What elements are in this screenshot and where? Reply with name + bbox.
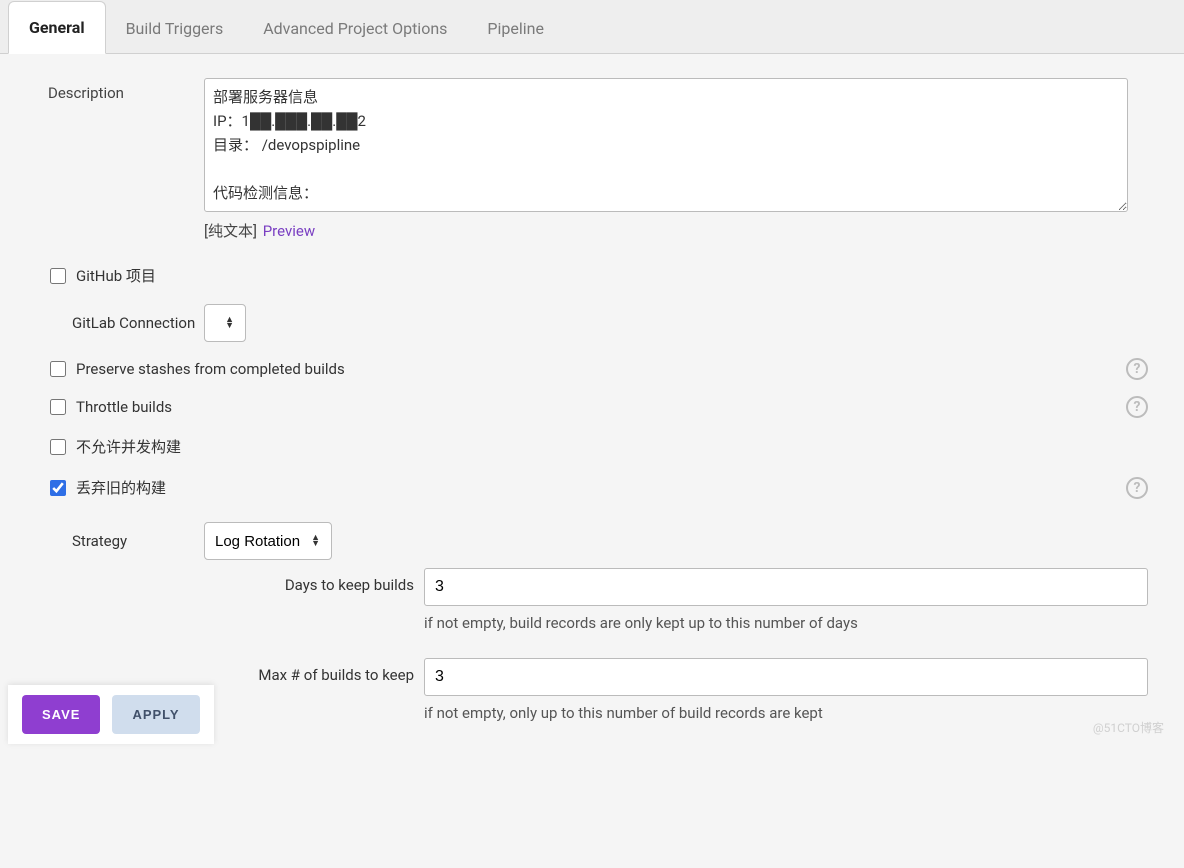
days-to-keep-row: Days to keep builds if not empty, build … [224, 568, 1168, 652]
days-to-keep-help: if not empty, build records are only kep… [424, 614, 1148, 632]
preview-link[interactable]: Preview [263, 222, 315, 240]
throttle-builds-label[interactable]: Throttle builds [76, 398, 172, 416]
gitlab-connection-row: GitLab Connection ▲▼ [24, 296, 1168, 350]
strategy-row: Strategy Log Rotation ▲▼ [24, 514, 1168, 568]
strategy-label: Strategy [24, 532, 204, 550]
config-tabs: General Build Triggers Advanced Project … [0, 0, 1184, 54]
throttle-builds-checkbox[interactable] [50, 399, 66, 415]
help-icon[interactable]: ? [1126, 477, 1148, 499]
max-builds-help: if not empty, only up to this number of … [424, 704, 1148, 722]
days-to-keep-label: Days to keep builds [224, 568, 424, 602]
config-content: Description [纯文本] Preview GitHub 项目 GitL… [0, 54, 1184, 868]
gitlab-connection-select[interactable] [204, 304, 246, 342]
help-icon[interactable]: ? [1126, 358, 1148, 380]
apply-button[interactable]: APPLY [112, 695, 199, 734]
discard-old-label[interactable]: 丢弃旧的构建 [76, 477, 166, 498]
save-button[interactable]: SAVE [22, 695, 100, 734]
disallow-concurrent-row: 不允许并发构建 [24, 426, 1168, 467]
github-project-label[interactable]: GitHub 项目 [76, 265, 156, 286]
throttle-builds-row: Throttle builds ? [24, 388, 1168, 426]
discard-old-checkbox[interactable] [50, 480, 66, 496]
preserve-stashes-label[interactable]: Preserve stashes from completed builds [76, 360, 345, 378]
watermark: @51CTO博客 [1093, 719, 1164, 736]
plaintext-label: [纯文本] [204, 222, 257, 240]
description-label: Description [24, 78, 204, 108]
max-builds-label: Max # of builds to keep [224, 658, 424, 692]
max-builds-row: Max # of builds to keep if not empty, on… [224, 658, 1168, 742]
days-to-keep-input[interactable] [424, 568, 1148, 606]
discard-old-row: 丢弃旧的构建 ? [24, 467, 1168, 508]
github-project-row: GitHub 项目 [24, 255, 1168, 296]
description-format-links: [纯文本] Preview [204, 220, 1128, 241]
tab-build-triggers[interactable]: Build Triggers [106, 3, 244, 54]
preserve-stashes-checkbox[interactable] [50, 361, 66, 377]
preserve-stashes-row: Preserve stashes from completed builds ? [24, 350, 1168, 388]
max-builds-input[interactable] [424, 658, 1148, 696]
github-project-checkbox[interactable] [50, 268, 66, 284]
help-icon[interactable]: ? [1126, 396, 1148, 418]
strategy-select[interactable]: Log Rotation [204, 522, 332, 560]
gitlab-connection-label: GitLab Connection [24, 314, 204, 332]
disallow-concurrent-label[interactable]: 不允许并发构建 [76, 436, 181, 457]
disallow-concurrent-checkbox[interactable] [50, 439, 66, 455]
tab-pipeline[interactable]: Pipeline [467, 3, 564, 54]
button-bar: SAVE APPLY [8, 685, 214, 744]
tab-general[interactable]: General [8, 1, 106, 54]
description-textarea[interactable] [204, 78, 1128, 212]
tab-advanced-project-options[interactable]: Advanced Project Options [243, 3, 467, 54]
description-row: Description [纯文本] Preview [24, 78, 1168, 241]
